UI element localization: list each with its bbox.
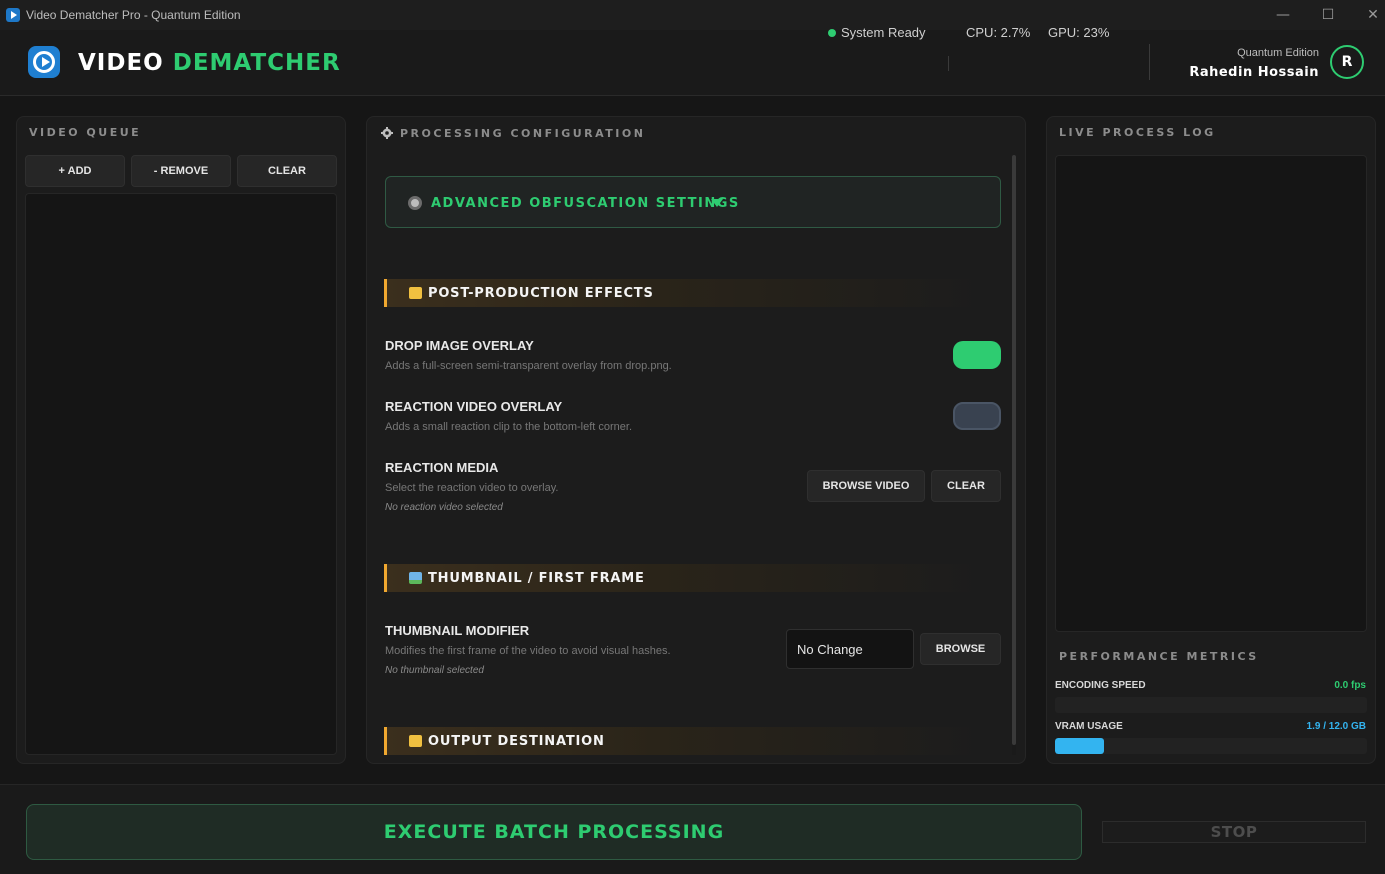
stop-button[interactable]: STOP [1102, 821, 1366, 843]
video-queue-title: VIDEO QUEUE [29, 126, 142, 139]
section-output-label: OUTPUT DESTINATION [428, 734, 605, 749]
encoding-speed-value: 0.0 fps [1334, 680, 1366, 691]
reaction-overlay-title: REACTION VIDEO OVERLAY [385, 399, 563, 414]
reaction-media-note: No reaction video selected [385, 502, 503, 513]
user-name: Rahedin Hossain [1189, 65, 1319, 80]
encoding-speed-bar [1055, 697, 1367, 713]
gear-icon [408, 196, 422, 210]
close-button[interactable]: ✕ [1350, 0, 1385, 30]
drop-overlay-toggle[interactable] [953, 341, 1001, 369]
clear-queue-button[interactable]: CLEAR [237, 155, 337, 187]
divider [1149, 44, 1150, 80]
live-log-title: LIVE PROCESS LOG [1059, 126, 1216, 139]
brand-word-1: VIDEO [78, 50, 164, 76]
edition-label: Quantum Edition [1237, 47, 1319, 59]
reaction-media-title: REACTION MEDIA [385, 460, 499, 475]
add-button[interactable]: + ADD [25, 155, 125, 187]
avatar[interactable]: R [1330, 45, 1364, 79]
window-title: Video Dematcher Pro - Quantum Edition [26, 8, 241, 22]
advanced-settings-label: ADVANCED OBFUSCATION SETTINGS [431, 196, 740, 211]
log-output-area[interactable] [1055, 155, 1367, 632]
section-thumbnail-label: THUMBNAIL / FIRST FRAME [428, 571, 645, 586]
divider [948, 56, 949, 71]
reaction-overlay-desc: Adds a small reaction clip to the bottom… [385, 421, 633, 433]
gpu-usage: GPU: 23% [1048, 25, 1110, 40]
browse-video-button[interactable]: BROWSE VIDEO [807, 470, 925, 502]
maximize-button[interactable]: ☐ [1305, 0, 1351, 30]
logo-icon [28, 46, 60, 78]
chevron-down-icon [711, 199, 723, 207]
config-scrollbar-thumb[interactable] [1012, 155, 1016, 745]
system-status: System Ready [841, 25, 926, 40]
vram-usage-value: 1.9 / 12.0 GB [1306, 721, 1366, 732]
drop-overlay-title: DROP IMAGE OVERLAY [385, 338, 534, 353]
app-brand: VIDEO DEMATCHER [78, 50, 341, 76]
section-thumbnail: THUMBNAIL / FIRST FRAME [384, 564, 984, 592]
processing-config-title: PROCESSING CONFIGURATION [400, 127, 646, 140]
thumbnail-note: No thumbnail selected [385, 665, 484, 676]
title-bar: Video Dematcher Pro - Quantum Edition [0, 0, 1385, 30]
clear-reaction-button[interactable]: CLEAR [931, 470, 1001, 502]
app-header: VIDEO DEMATCHER [0, 30, 1385, 96]
gear-icon [381, 127, 393, 139]
section-post-production-label: POST-PRODUCTION EFFECTS [428, 286, 654, 301]
image-icon [409, 572, 422, 584]
app-icon [6, 8, 20, 22]
thumbnail-modifier-title: THUMBNAIL MODIFIER [385, 623, 530, 638]
sparkle-icon [409, 287, 422, 299]
reaction-overlay-toggle[interactable] [953, 402, 1001, 430]
drop-overlay-desc: Adds a full-screen semi-transparent over… [385, 360, 672, 372]
execute-batch-button[interactable]: EXECUTE BATCH PROCESSING [26, 804, 1082, 860]
minimize-button[interactable]: — [1260, 0, 1306, 30]
vram-usage-label: VRAM USAGE [1055, 721, 1123, 732]
status-dot-icon [828, 29, 836, 37]
video-queue-list[interactable] [25, 193, 337, 755]
section-output: OUTPUT DESTINATION [384, 727, 984, 755]
vram-usage-bar [1055, 738, 1367, 754]
thumbnail-mode-select[interactable]: No Change [786, 629, 914, 669]
thumbnail-modifier-desc: Modifies the first frame of the video to… [385, 645, 671, 657]
section-post-production: POST-PRODUCTION EFFECTS [384, 279, 984, 307]
vram-usage-fill [1055, 738, 1105, 754]
advanced-settings-toggle[interactable]: ADVANCED OBFUSCATION SETTINGS [385, 176, 1001, 228]
reaction-media-desc: Select the reaction video to overlay. [385, 482, 559, 494]
cpu-usage: CPU: 2.7% [966, 25, 1031, 40]
encoding-speed-label: ENCODING SPEED [1055, 680, 1146, 691]
brand-word-2: DEMATCHER [172, 50, 341, 76]
folder-icon [409, 735, 422, 747]
browse-thumbnail-button[interactable]: BROWSE [920, 633, 1001, 665]
remove-button[interactable]: - REMOVE [131, 155, 231, 187]
performance-metrics-title: PERFORMANCE METRICS [1059, 650, 1259, 663]
